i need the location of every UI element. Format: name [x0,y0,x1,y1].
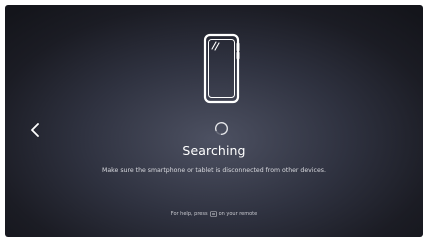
help-suffix: on your remote [218,211,258,217]
chevron-left-icon [31,123,39,137]
tv-screen: Searching Make sure the smartphone or ta… [5,5,423,237]
help-hint: For help, press on your remote [5,210,423,218]
page-title: Searching [182,143,246,158]
remote-menu-key-icon [209,211,217,217]
smartphone-icon [203,33,240,104]
help-prefix: For help, press [170,211,208,217]
back-button[interactable] [27,119,43,141]
loading-spinner-icon [215,122,228,135]
instruction-message: Make sure the smartphone or tablet is di… [102,167,326,174]
